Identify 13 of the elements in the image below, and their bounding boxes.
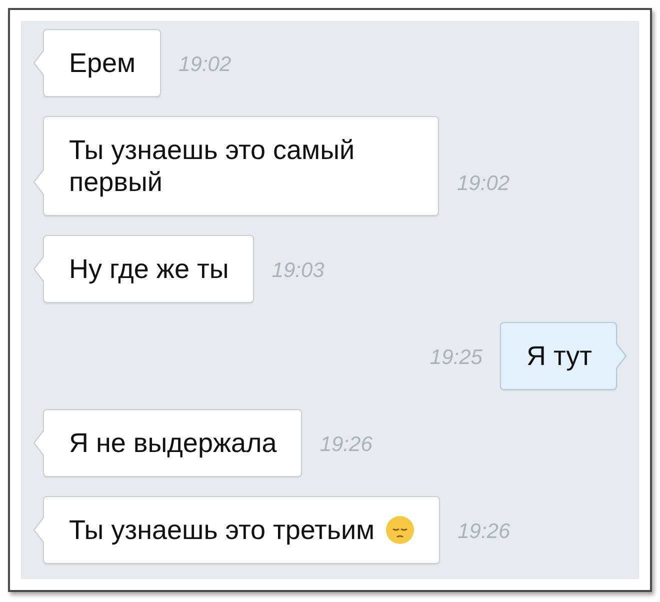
message-time: 19:25 [430, 346, 482, 370]
message-time: 19:02 [178, 53, 232, 77]
message-time: 19:26 [458, 520, 510, 544]
message-text: Ты узнаешь это самый первый [69, 134, 356, 198]
message-time: 19:26 [320, 433, 372, 457]
message-text: Ерем [69, 47, 136, 79]
emoji-icon [384, 515, 415, 545]
message-text: Ты узнаешь это третьим [69, 514, 375, 546]
message-text: Я тут [526, 340, 592, 372]
message-time: 19:02 [457, 172, 510, 196]
message-time: 19:03 [272, 259, 324, 283]
message-text: Ну где же ты [69, 253, 229, 285]
message-text: Я не выдержала [69, 427, 277, 459]
